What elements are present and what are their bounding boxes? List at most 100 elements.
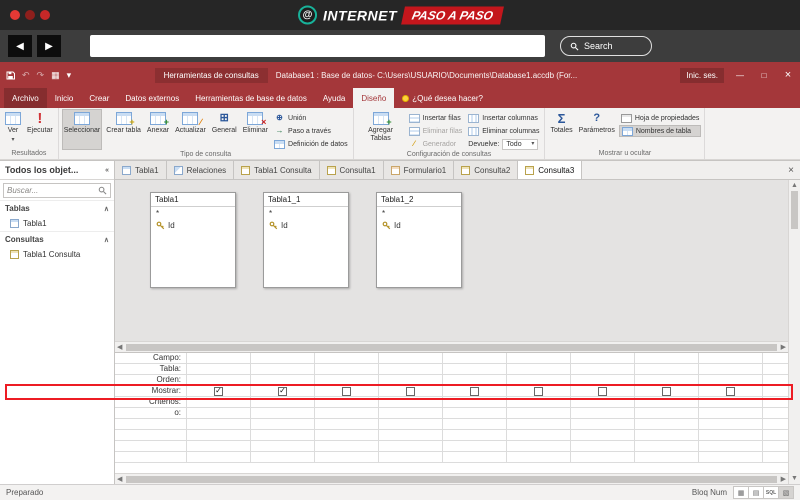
- grid-cell[interactable]: [571, 419, 635, 429]
- scroll-right-icon[interactable]: ▶: [781, 343, 786, 351]
- grid-cell[interactable]: [315, 375, 379, 385]
- grid-cell[interactable]: [635, 375, 699, 385]
- grid-cell[interactable]: [635, 408, 699, 418]
- grid-cell[interactable]: [699, 419, 763, 429]
- grid-cell[interactable]: [443, 353, 507, 363]
- query-table-tabla1-1[interactable]: Tabla1_1 * Id: [263, 192, 349, 288]
- grid-cell[interactable]: [379, 386, 443, 396]
- grid-cell[interactable]: [251, 353, 315, 363]
- grid-cell[interactable]: [699, 452, 763, 462]
- grid-cell[interactable]: [251, 441, 315, 451]
- grid-cell[interactable]: ✓: [251, 386, 315, 396]
- query-table-tabla1-2[interactable]: Tabla1_2 * Id: [376, 192, 462, 288]
- paso-a-trav-s-button[interactable]: → Paso a través: [272, 125, 350, 137]
- undo-icon[interactable]: ↶: [22, 70, 30, 80]
- nav-pane-header[interactable]: Todos los objet... «: [0, 161, 114, 180]
- nav-item-tabla1[interactable]: Tabla1: [0, 216, 114, 231]
- grid-cell[interactable]: [315, 353, 379, 363]
- grid-cell[interactable]: [571, 386, 635, 396]
- scrollbar-thumb[interactable]: [126, 343, 777, 351]
- maximize-button[interactable]: □: [752, 62, 776, 88]
- nav-search-input[interactable]: Buscar...: [3, 183, 111, 198]
- grid-cell[interactable]: [699, 441, 763, 451]
- ribbon-tab-inicio[interactable]: Inicio: [47, 88, 82, 108]
- nav-section-tablas[interactable]: Tablas ∧: [0, 200, 114, 216]
- layout-view-button[interactable]: ▤: [748, 486, 764, 499]
- grid-cell[interactable]: [507, 452, 571, 462]
- grid-cell[interactable]: [763, 441, 788, 451]
- grid-cell[interactable]: [507, 375, 571, 385]
- grid-cell[interactable]: [635, 430, 699, 440]
- grid-cell[interactable]: [507, 364, 571, 374]
- grid-cell[interactable]: [443, 375, 507, 385]
- grid-cell[interactable]: [443, 419, 507, 429]
- mostrar-checkbox[interactable]: [726, 386, 735, 396]
- ribbon-tab-ayuda[interactable]: Ayuda: [315, 88, 354, 108]
- ribbon-tab-crear[interactable]: Crear: [81, 88, 117, 108]
- grid-cell[interactable]: [251, 397, 315, 407]
- doc-tab-consulta3[interactable]: Consulta3: [518, 161, 583, 179]
- grid-cell[interactable]: [507, 430, 571, 440]
- mostrar-checkbox[interactable]: [342, 386, 351, 396]
- par-metros-button[interactable]: ? Parámetros: [577, 109, 617, 149]
- generador-button[interactable]: ∕ Generador: [407, 138, 465, 150]
- grid-cell[interactable]: [187, 364, 251, 374]
- grid-cell[interactable]: [251, 452, 315, 462]
- nombres-de-tabla-button[interactable]: Nombres de tabla: [618, 125, 702, 137]
- grid-cell[interactable]: [571, 430, 635, 440]
- grid-cell[interactable]: [379, 364, 443, 374]
- grid-cell[interactable]: [315, 441, 379, 451]
- grid-cell[interactable]: [251, 419, 315, 429]
- grid-cell[interactable]: [187, 452, 251, 462]
- datasheet-view-button[interactable]: ▦: [733, 486, 749, 499]
- grid-cell[interactable]: [187, 430, 251, 440]
- grid-cell[interactable]: [315, 364, 379, 374]
- grid-cell[interactable]: [315, 408, 379, 418]
- grid-cell[interactable]: [315, 386, 379, 396]
- ejecutar-button[interactable]: ! Ejecutar: [25, 109, 55, 149]
- close-button[interactable]: ×: [776, 62, 800, 88]
- search-box[interactable]: Search: [560, 36, 652, 56]
- grid-cell[interactable]: [443, 364, 507, 374]
- grid-cell[interactable]: [379, 441, 443, 451]
- grid-cell[interactable]: [443, 397, 507, 407]
- grid-cell[interactable]: [379, 375, 443, 385]
- grid-horizontal-scrollbar[interactable]: ◀ ▶: [115, 473, 788, 484]
- minimize-button[interactable]: —: [728, 62, 752, 88]
- field-id[interactable]: Id: [151, 219, 235, 231]
- eliminar-button[interactable]: × Eliminar: [241, 109, 270, 150]
- grid-cell[interactable]: [763, 452, 788, 462]
- forward-button[interactable]: ▶: [37, 35, 61, 57]
- grid-cell[interactable]: ✓: [187, 386, 251, 396]
- back-button[interactable]: ◀: [8, 35, 32, 57]
- grid-cell[interactable]: [507, 386, 571, 396]
- devuelve-combo[interactable]: Todo ▾: [502, 138, 539, 150]
- mostrar-checkbox[interactable]: [470, 386, 479, 396]
- grid-cell[interactable]: [763, 386, 788, 396]
- grid-cell[interactable]: [443, 452, 507, 462]
- grid-cell[interactable]: [187, 441, 251, 451]
- grid-cell[interactable]: [763, 397, 788, 407]
- grid-cell[interactable]: [763, 364, 788, 374]
- close-object-icon[interactable]: ×: [782, 161, 800, 179]
- grid-cell[interactable]: [379, 353, 443, 363]
- grid-cell[interactable]: [635, 353, 699, 363]
- scroll-left-icon[interactable]: ◀: [117, 475, 122, 483]
- grid-cell[interactable]: [763, 419, 788, 429]
- ver-button[interactable]: Ver ▾: [3, 109, 23, 149]
- grid-cell[interactable]: [699, 375, 763, 385]
- eliminar-filas-button[interactable]: Eliminar filas: [407, 125, 465, 137]
- design-view-button[interactable]: ▧: [778, 486, 794, 499]
- grid-cell[interactable]: [251, 375, 315, 385]
- grid-cell[interactable]: [635, 419, 699, 429]
- grid-cell[interactable]: [507, 441, 571, 451]
- grid-cell[interactable]: [379, 408, 443, 418]
- actualizar-button[interactable]: ∕ Actualizar: [173, 109, 208, 150]
- grid-cell[interactable]: [635, 452, 699, 462]
- grid-cell[interactable]: [187, 353, 251, 363]
- window-dot-close[interactable]: [10, 10, 20, 20]
- grid-cell[interactable]: [379, 397, 443, 407]
- sql-view-button[interactable]: SQL: [763, 486, 779, 499]
- ribbon-tab-datos-externos[interactable]: Datos externos: [117, 88, 187, 108]
- grid-cell[interactable]: [379, 419, 443, 429]
